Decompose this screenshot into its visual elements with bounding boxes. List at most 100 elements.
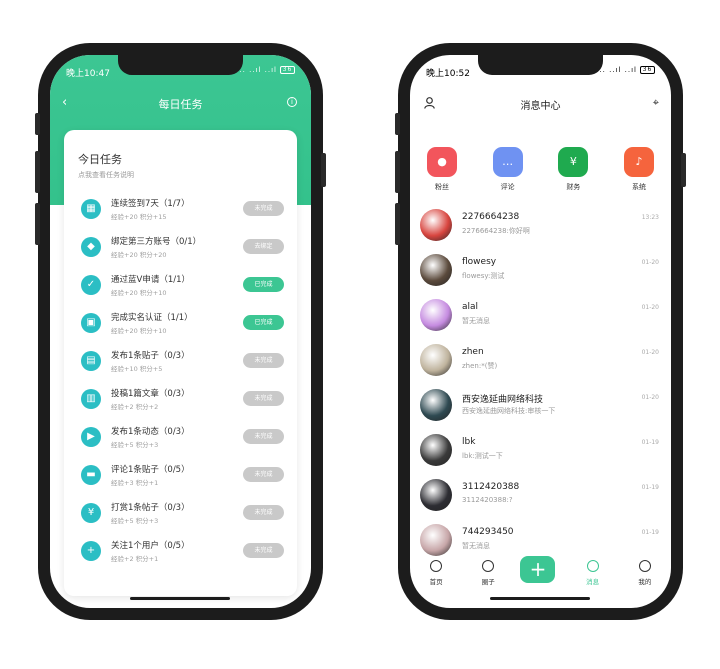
volume-down-button [35, 203, 40, 245]
task-status-button[interactable]: 未完成 [243, 505, 284, 520]
task-name: 完成实名认证（1/1） [111, 313, 193, 323]
task-status-button[interactable]: 已完成 [243, 277, 284, 292]
mute-switch [395, 113, 400, 135]
task-reward: 经验+20 积分+10 [111, 289, 167, 297]
category-label: 系统 [631, 183, 646, 191]
message-preview: lbk:测试一下 [462, 452, 503, 460]
tab-plus[interactable]: + [520, 556, 560, 583]
task-icon: ▬ [81, 465, 101, 485]
status-icons: ... ..ıl ..ıl 36 [236, 66, 295, 74]
tab-message[interactable]: 消息 [573, 558, 613, 586]
task-reward: 经验+20 积分+15 [111, 213, 167, 221]
task-status-button[interactable]: 未完成 [243, 391, 284, 406]
category-bell[interactable]: ♪ 系统 [621, 147, 657, 192]
category-label: 评论 [500, 183, 515, 191]
task-reward: 经验+2 积分+1 [111, 555, 159, 563]
message-row[interactable]: zhen zhen:*(赞) 01-20 [410, 340, 671, 385]
task-reward: 经验+5 积分+3 [111, 517, 159, 525]
category-person[interactable]: ● 粉丝 [424, 147, 460, 192]
task-name: 发布1条动态（0/3） [111, 427, 190, 437]
tab-label: 我的 [638, 578, 652, 586]
tab-profile[interactable]: 我的 [625, 558, 665, 586]
money-icon: ¥ [558, 147, 589, 177]
task-icon: ✓ [81, 275, 101, 295]
tab-label: 消息 [586, 578, 600, 586]
message-row[interactable]: 3112420388 3112420388:? 01-19 [410, 475, 671, 520]
task-status-button[interactable]: 未完成 [243, 467, 284, 482]
message-time: 01-20 [641, 394, 659, 401]
task-list: ▦ 连续签到7天（1/7） 经验+20 积分+15 未完成 ◆ 绑定第三方账号（0/1） 经… [64, 196, 297, 576]
message-preview: 西安逸延曲网络科技:审核一下 [462, 407, 556, 415]
task-status-button[interactable]: 未完成 [243, 429, 284, 444]
task-name: 打赏1条帖子（0/3） [111, 503, 190, 513]
task-status-button[interactable]: 去绑定 [243, 239, 284, 254]
avatar [420, 299, 452, 331]
task-help-link[interactable]: 点我查看任务说明 [78, 170, 134, 180]
category-label: 财务 [566, 183, 581, 191]
page-title: 消息中心 [520, 101, 561, 112]
message-row[interactable]: 2276664238 2276664238:你好啊 13:23 [410, 205, 671, 250]
plus-icon[interactable]: + [520, 556, 556, 583]
task-name: 发布1条贴子（0/3） [111, 351, 190, 361]
tab-label: 首页 [429, 578, 443, 586]
status-icons: ... ..ıl ..ıl 36 [596, 66, 655, 74]
message-row[interactable]: alal 暂无消息 01-20 [410, 295, 671, 340]
signal-icon: ... ..ıl ..ıl [596, 66, 637, 74]
task-row: ▶ 发布1条动态（0/3） 经验+5 积分+3 未完成 [64, 424, 297, 462]
tab-compass[interactable]: 圈子 [468, 558, 508, 586]
task-row: ¥ 打赏1条帖子（0/3） 经验+5 积分+3 未完成 [64, 500, 297, 538]
info-icon[interactable]: i [287, 97, 297, 107]
task-row: ▦ 连续签到7天（1/7） 经验+20 积分+15 未完成 [64, 196, 297, 234]
message-sender: flowesy [462, 257, 497, 267]
category-money[interactable]: ¥ 财务 [555, 147, 591, 192]
profile-icon [638, 560, 651, 572]
message-row[interactable]: lbk lbk:测试一下 01-19 [410, 430, 671, 475]
avatar [420, 254, 452, 286]
message-icon [586, 560, 599, 572]
message-sender: alal [462, 302, 479, 312]
comment-icon: … [492, 147, 523, 177]
task-reward: 经验+20 积分+10 [111, 327, 167, 335]
task-row: ✓ 通过蓝V申请（1/1） 经验+20 积分+10 已完成 [64, 272, 297, 310]
message-row[interactable]: flowesy flowesy:测试 01-20 [410, 250, 671, 295]
task-reward: 经验+10 积分+5 [111, 365, 163, 373]
task-status-button[interactable]: 已完成 [243, 315, 284, 330]
task-reward: 经验+20 积分+20 [111, 251, 167, 259]
status-time: 晚上10:52 [426, 69, 470, 79]
category-row: ● 粉丝 … 评论 ¥ 财务 ♪ 系统 [424, 147, 657, 192]
message-sender: 西安逸延曲网络科技 [462, 395, 544, 405]
task-icon: ◆ [81, 237, 101, 257]
category-comment[interactable]: … 评论 [490, 147, 526, 192]
task-row: ▤ 发布1条贴子（0/3） 经验+10 积分+5 未完成 [64, 348, 297, 386]
tab-home[interactable]: 首页 [416, 558, 456, 586]
task-icon: ▥ [81, 389, 101, 409]
bottom-tab-bar: 首页 圈子 + 消息 我的 [410, 556, 671, 594]
home-indicator[interactable] [490, 597, 590, 600]
task-row: ▣ 完成实名认证（1/1） 经验+20 积分+10 已完成 [64, 310, 297, 348]
task-name: 连续签到7天（1/7） [111, 199, 190, 209]
message-time: 01-20 [641, 259, 659, 266]
task-reward: 经验+5 积分+3 [111, 441, 159, 449]
message-center-screen: 晚上10:52 ... ..ıl ..ıl 36 消息中心 ⌖ ● 粉丝 … 评论 ¥ 财… [410, 55, 671, 608]
power-button [681, 153, 686, 187]
task-row: ◆ 绑定第三方账号（0/1） 经验+20 积分+20 去绑定 [64, 234, 297, 272]
bell-icon: ♪ [623, 147, 654, 177]
avatar [420, 344, 452, 376]
message-sender: lbk [462, 437, 476, 447]
task-reward: 经验+3 积分+1 [111, 479, 159, 487]
message-row[interactable]: 西安逸延曲网络科技西安逸延曲网络科技:审核一下 01-20 [410, 385, 671, 430]
message-preview: 暂无消息 [462, 542, 490, 550]
task-name: 评论1条贴子（0/5） [111, 465, 190, 475]
clear-all-icon[interactable]: ⌖ [653, 96, 659, 110]
avatar [420, 389, 452, 421]
task-status-button[interactable]: 未完成 [243, 201, 284, 216]
card-title: 今日任务 [78, 153, 122, 166]
phone-frame-right: 晚上10:52 ... ..ıl ..ıl 36 消息中心 ⌖ ● 粉丝 … 评论 ¥ 财… [395, 43, 686, 620]
task-icon: ¥ [81, 503, 101, 523]
task-status-button[interactable]: 未完成 [243, 543, 284, 558]
task-status-button[interactable]: 未完成 [243, 353, 284, 368]
home-indicator[interactable] [130, 597, 230, 600]
task-name: 绑定第三方账号（0/1） [111, 237, 202, 247]
phone-frame-left: 晚上10:47 ... ..ıl ..ıl 36 ‹ 每日任务 i 今日任务 点… [35, 43, 326, 620]
message-time: 01-19 [641, 484, 659, 491]
